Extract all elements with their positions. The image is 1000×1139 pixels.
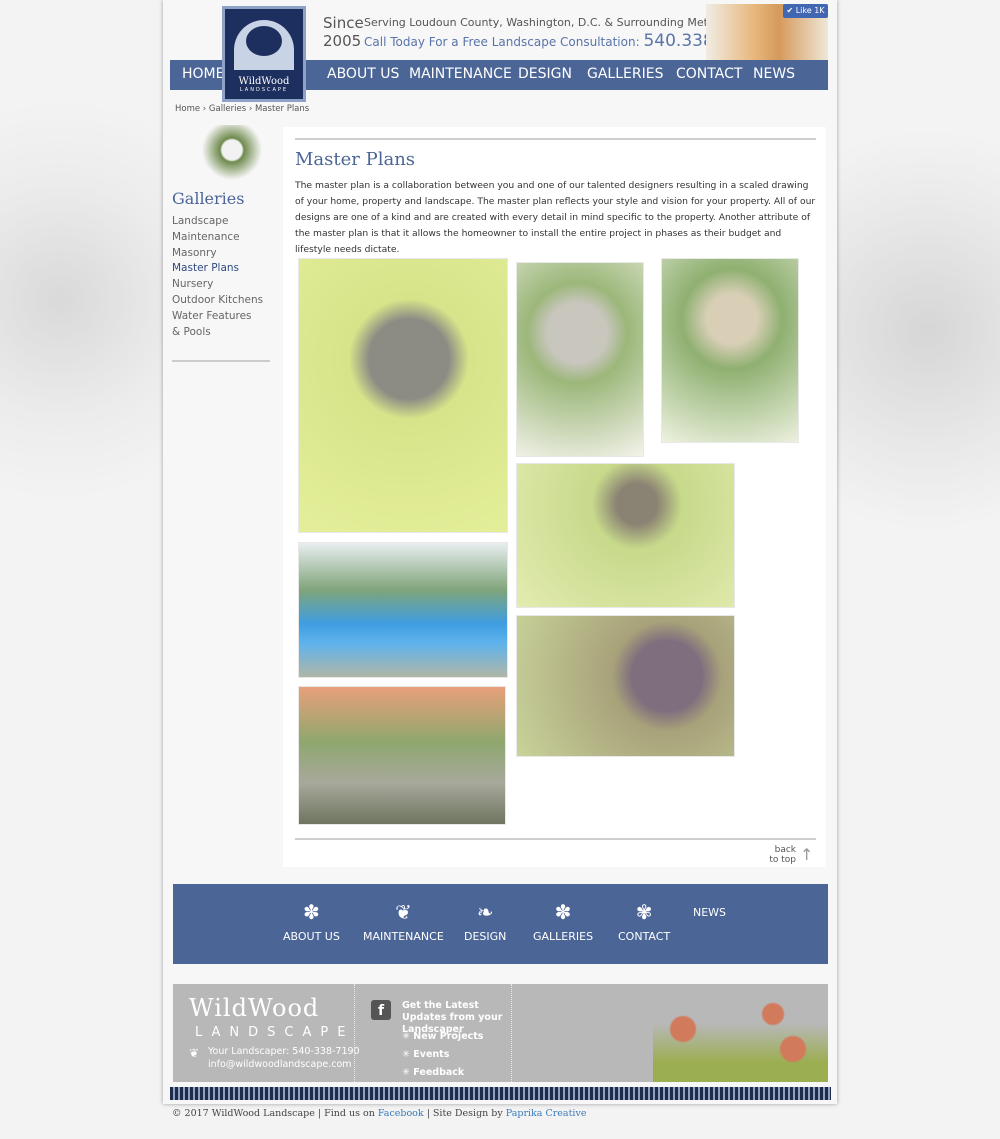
facebook-like-button[interactable]: ✔ Like 1K — [783, 4, 828, 18]
fb-item-feedback[interactable]: ✳ Feedback — [402, 1064, 483, 1082]
sidebar-item-landscape[interactable]: Landscape — [172, 214, 270, 230]
gallery-image-6[interactable] — [516, 615, 735, 757]
serving-area: Serving Loudoun County, Washington, D.C.… — [364, 16, 748, 29]
back-to-top-link[interactable]: back to top — [766, 845, 796, 865]
footer-phone[interactable]: Your Landscaper: 540-338-7190 — [208, 1046, 360, 1057]
intro-text: The master plan is a collaboration betwe… — [295, 180, 816, 255]
sidebar-title: Galleries — [172, 189, 245, 208]
nav-design[interactable]: DESIGN — [518, 66, 572, 82]
divider — [511, 984, 512, 1082]
footer-logo-sub: LANDSCAPE — [195, 1025, 355, 1040]
nav-about-us[interactable]: ABOUT US — [327, 66, 399, 82]
background-sketch-left — [0, 0, 163, 730]
footer-nav-design[interactable]: ❧ DESIGN — [464, 900, 506, 943]
breadcrumb: Home › Galleries › Master Plans — [175, 104, 310, 114]
footer-nav-galleries[interactable]: ✽ GALLERIES — [533, 900, 593, 943]
logo-text: WildWood — [238, 76, 290, 87]
flower-branch-image — [172, 125, 270, 185]
sidebar: Galleries Landscape Maintenance Masonry … — [172, 125, 270, 363]
divider — [295, 838, 816, 840]
gallery-image-4[interactable] — [516, 463, 735, 608]
page-title: Master Plans — [295, 149, 416, 170]
sidebar-item-master-plans[interactable]: Master Plans — [172, 261, 270, 277]
logo[interactable]: WildWood LANDSCAPE — [222, 6, 306, 102]
footer-nav-maintenance[interactable]: ❦ MAINTENANCE — [363, 900, 444, 943]
decorative-stripe — [170, 1087, 831, 1100]
fb-list: ✳ New Projects ✳ Events ✳ Feedback — [402, 1028, 483, 1082]
divider — [295, 138, 816, 140]
footer: WildWood LANDSCAPE ❦ Your Landscaper: 54… — [173, 984, 828, 1082]
call-line: Call Today For a Free Landscape Consulta… — [364, 31, 763, 51]
content: Master Plans The master plan is a collab… — [283, 127, 826, 867]
gallery-image-7[interactable] — [298, 686, 506, 825]
copyright: © 2017 WildWood Landscape | Find us on F… — [172, 1108, 587, 1119]
footer-email[interactable]: info@wildwoodlandscape.com — [208, 1059, 352, 1070]
divider — [172, 360, 270, 363]
sidebar-item-masonry[interactable]: Masonry — [172, 246, 270, 262]
footer-nav: ✽ ABOUT US ❦ MAINTENANCE ❧ DESIGN ✽ GALLERIE… — [173, 884, 828, 964]
gallery-image-2[interactable] — [516, 262, 644, 457]
gallery-image-5[interactable] — [298, 542, 508, 678]
designer-link[interactable]: Paprika Creative — [506, 1108, 587, 1119]
fb-item-new-projects[interactable]: ✳ New Projects — [402, 1028, 483, 1046]
since: Since 2005 — [323, 14, 364, 50]
maple-leaf-icon: ✽ — [554, 900, 572, 924]
sidebar-item-maintenance[interactable]: Maintenance — [172, 230, 270, 246]
leaf-icon: ✽ — [303, 900, 320, 924]
arrow-up-icon[interactable]: ↑ — [800, 845, 813, 864]
sprout-icon: ❦ — [395, 900, 412, 924]
poppy-flowers-image — [653, 984, 828, 1082]
nav-news[interactable]: NEWS — [753, 66, 795, 82]
sidebar-item-nursery[interactable]: Nursery — [172, 277, 270, 293]
footer-logo: WildWood — [189, 994, 320, 1022]
facebook-link[interactable]: Facebook — [378, 1108, 424, 1119]
sidebar-item-outdoor-kitchens[interactable]: Outdoor Kitchens — [172, 293, 270, 309]
fb-item-events[interactable]: ✳ Events — [402, 1046, 483, 1064]
nav-home[interactable]: HOME — [182, 66, 224, 82]
logo-subtext: LANDSCAPE — [239, 87, 289, 93]
sprig-icon: ❦ — [189, 1046, 200, 1060]
footer-nav-about-us[interactable]: ✽ ABOUT US — [283, 900, 340, 943]
wheat-icon: ❧ — [476, 900, 494, 924]
sidebar-item-water-features[interactable]: Water Features & Pools — [172, 309, 257, 341]
divider — [354, 984, 355, 1082]
tree-icon — [234, 20, 294, 70]
footer-nav-news[interactable]: NEWS — [693, 900, 726, 919]
nav-contact[interactable]: CONTACT — [676, 66, 742, 82]
nav-galleries[interactable]: GALLERIES — [587, 66, 663, 82]
facebook-icon[interactable]: f — [371, 1000, 391, 1020]
gallery-image-3[interactable] — [661, 258, 799, 443]
background-sketch-right — [837, 0, 1000, 730]
nav-maintenance[interactable]: MAINTENANCE — [409, 66, 512, 82]
gallery-image-1[interactable] — [298, 258, 508, 533]
flower-icon: ✾ — [635, 900, 653, 924]
footer-nav-contact[interactable]: ✾ CONTACT — [618, 900, 670, 943]
